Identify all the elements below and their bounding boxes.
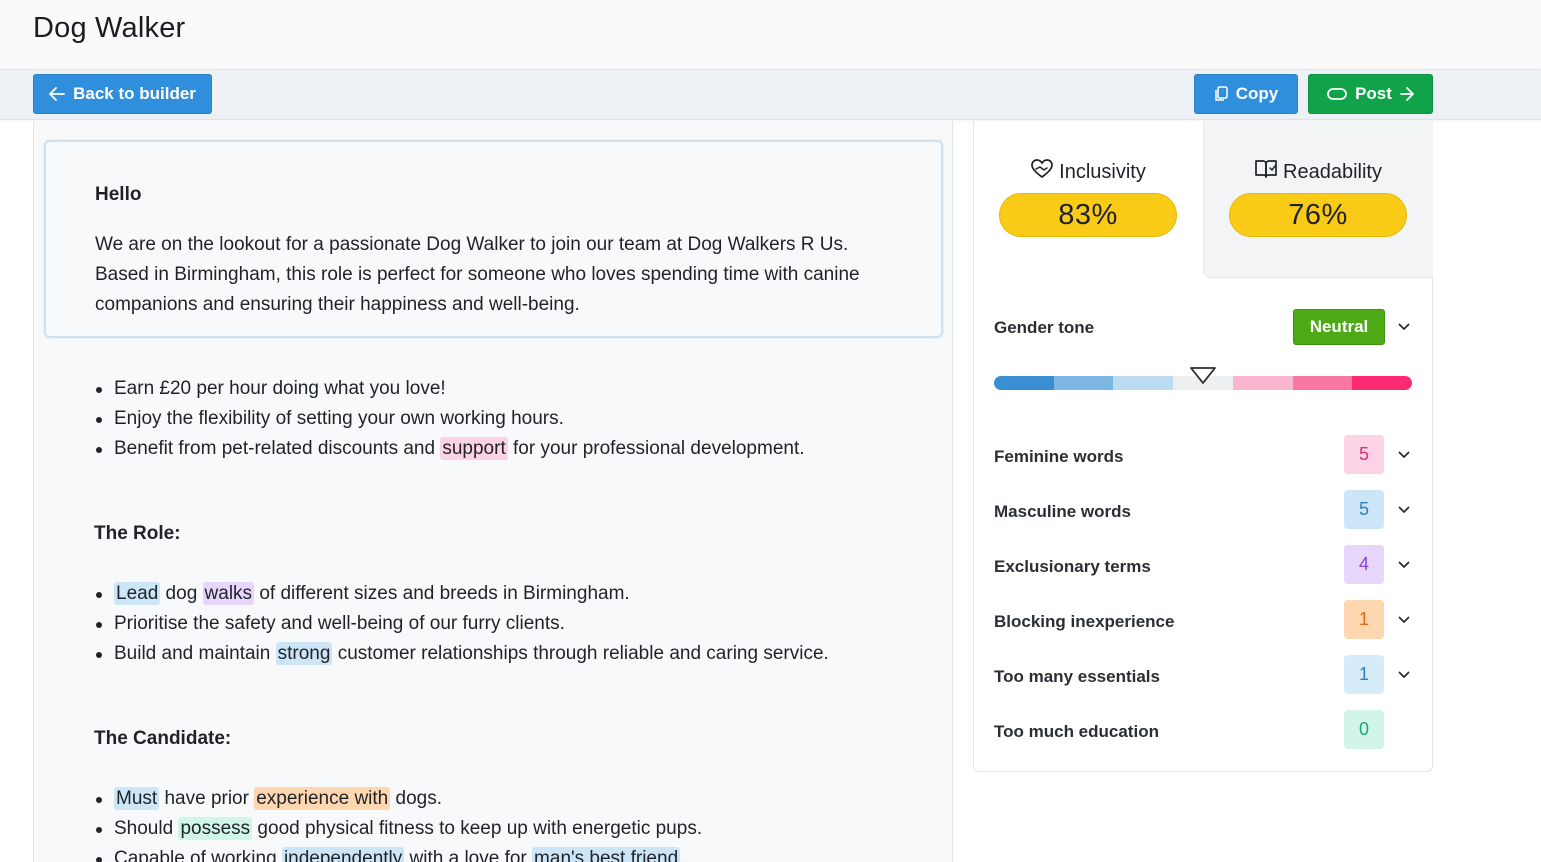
metric-label: Too many essentials xyxy=(994,667,1160,686)
inclusivity-score: 83% xyxy=(999,193,1177,237)
role-heading: The Role: xyxy=(94,523,181,544)
metric-count-badge: 1 xyxy=(1344,655,1384,694)
metric-label: Masculine words xyxy=(994,502,1131,521)
highlight-masculine-word[interactable]: strong xyxy=(275,642,333,665)
inclusivity-label: Inclusivity xyxy=(1059,160,1146,183)
list-item: Enjoy the flexibility of setting your ow… xyxy=(94,404,805,434)
metric-count-badge: 5 xyxy=(1344,435,1384,474)
metric-count-badge: 4 xyxy=(1344,545,1384,584)
highlight-blocking-inexperience[interactable]: experience with xyxy=(254,787,391,810)
highlight-too-many-essentials[interactable]: Must xyxy=(114,787,160,810)
back-to-builder-label: Back to builder xyxy=(73,84,196,103)
post-button[interactable]: Post xyxy=(1308,74,1433,114)
chevron-down-icon[interactable] xyxy=(1397,448,1411,462)
list-item: Should possess good physical fitness to … xyxy=(94,814,702,844)
analysis-panel: Inclusivity 83% Readability 76% Gender t… xyxy=(973,121,1433,772)
benefits-list: Earn £20 per hour doing what you love! E… xyxy=(94,374,805,464)
chevron-down-icon[interactable] xyxy=(1397,668,1411,682)
tone-scale-segment xyxy=(1053,376,1114,390)
chevron-down-icon[interactable] xyxy=(1397,503,1411,517)
page-title: Dog Walker xyxy=(33,12,186,44)
copy-label: Copy xyxy=(1235,84,1279,103)
metric-label: Blocking inexperience xyxy=(994,612,1175,631)
chevron-down-icon[interactable] xyxy=(1397,320,1411,334)
list-item: Capable of working independently with a … xyxy=(94,844,702,862)
highlight-masculine-word[interactable]: independently xyxy=(281,847,405,862)
metric-label: Feminine words xyxy=(994,447,1124,466)
chevron-down-icon[interactable] xyxy=(1397,558,1411,572)
title-bar: Dog Walker xyxy=(0,0,1541,70)
readability-score: 76% xyxy=(1229,193,1407,237)
highlight-suggestion[interactable]: possess xyxy=(178,817,253,840)
job-ad-editor[interactable]: Hello We are on the lookout for a passio… xyxy=(33,121,953,862)
book-icon xyxy=(1255,159,1277,185)
copy-button[interactable]: Copy xyxy=(1194,74,1298,114)
tab-readability[interactable]: Readability 76% xyxy=(1203,121,1433,278)
list-item: Prioritise the safety and well-being of … xyxy=(94,609,829,639)
candidate-list: Must have prior experience with dogs. Sh… xyxy=(94,784,702,862)
highlight-masculine-word[interactable]: Lead xyxy=(114,582,161,605)
tab-inclusivity[interactable]: Inclusivity 83% xyxy=(974,121,1203,278)
metric-count-badge: 1 xyxy=(1344,600,1384,639)
link-icon xyxy=(1327,88,1347,100)
gender-tone-badge: Neutral xyxy=(1293,309,1385,345)
candidate-heading: The Candidate: xyxy=(94,728,232,749)
triangle-down-icon xyxy=(1189,366,1217,391)
tone-scale-segment xyxy=(1232,376,1293,390)
heart-hands-icon xyxy=(1031,159,1053,185)
gender-tone-label: Gender tone xyxy=(994,318,1095,337)
highlight-exclusionary-term[interactable]: walks xyxy=(202,582,255,605)
list-item: Earn £20 per hour doing what you love! xyxy=(94,374,805,404)
list-item: Benefit from pet-related discounts and s… xyxy=(94,434,805,464)
tone-scale-segment xyxy=(994,376,1054,390)
readability-label: Readability xyxy=(1283,160,1382,183)
back-to-builder-button[interactable]: Back to builder xyxy=(33,74,212,114)
chevron-down-icon[interactable] xyxy=(1397,613,1411,627)
intro-section[interactable]: Hello We are on the lookout for a passio… xyxy=(44,140,943,338)
tone-scale-segment xyxy=(1352,376,1412,390)
metric-count-badge: 5 xyxy=(1344,490,1384,529)
metric-label: Too much education xyxy=(994,722,1159,741)
arrow-right-icon xyxy=(1400,87,1414,101)
highlight-masculine-word[interactable]: man's best friend xyxy=(532,847,681,862)
list-item: Build and maintain strong customer relat… xyxy=(94,639,829,669)
list-item: Must have prior experience with dogs. xyxy=(94,784,702,814)
highlight-feminine-word[interactable]: support xyxy=(440,437,508,460)
metric-count-badge: 0 xyxy=(1344,710,1384,749)
copy-icon xyxy=(1214,86,1228,102)
greeting-text: Hello xyxy=(95,184,142,205)
tone-scale-segment xyxy=(1292,376,1353,390)
role-list: Lead dog walks of different sizes and br… xyxy=(94,579,829,669)
tone-scale-segment xyxy=(1113,376,1174,390)
post-label: Post xyxy=(1355,84,1392,103)
list-item: Lead dog walks of different sizes and br… xyxy=(94,579,829,609)
toolbar: Back to builder Copy Post xyxy=(0,70,1541,120)
intro-paragraph: We are on the lookout for a passionate D… xyxy=(95,234,860,315)
arrow-left-icon xyxy=(49,87,65,101)
metric-label: Exclusionary terms xyxy=(994,557,1151,576)
